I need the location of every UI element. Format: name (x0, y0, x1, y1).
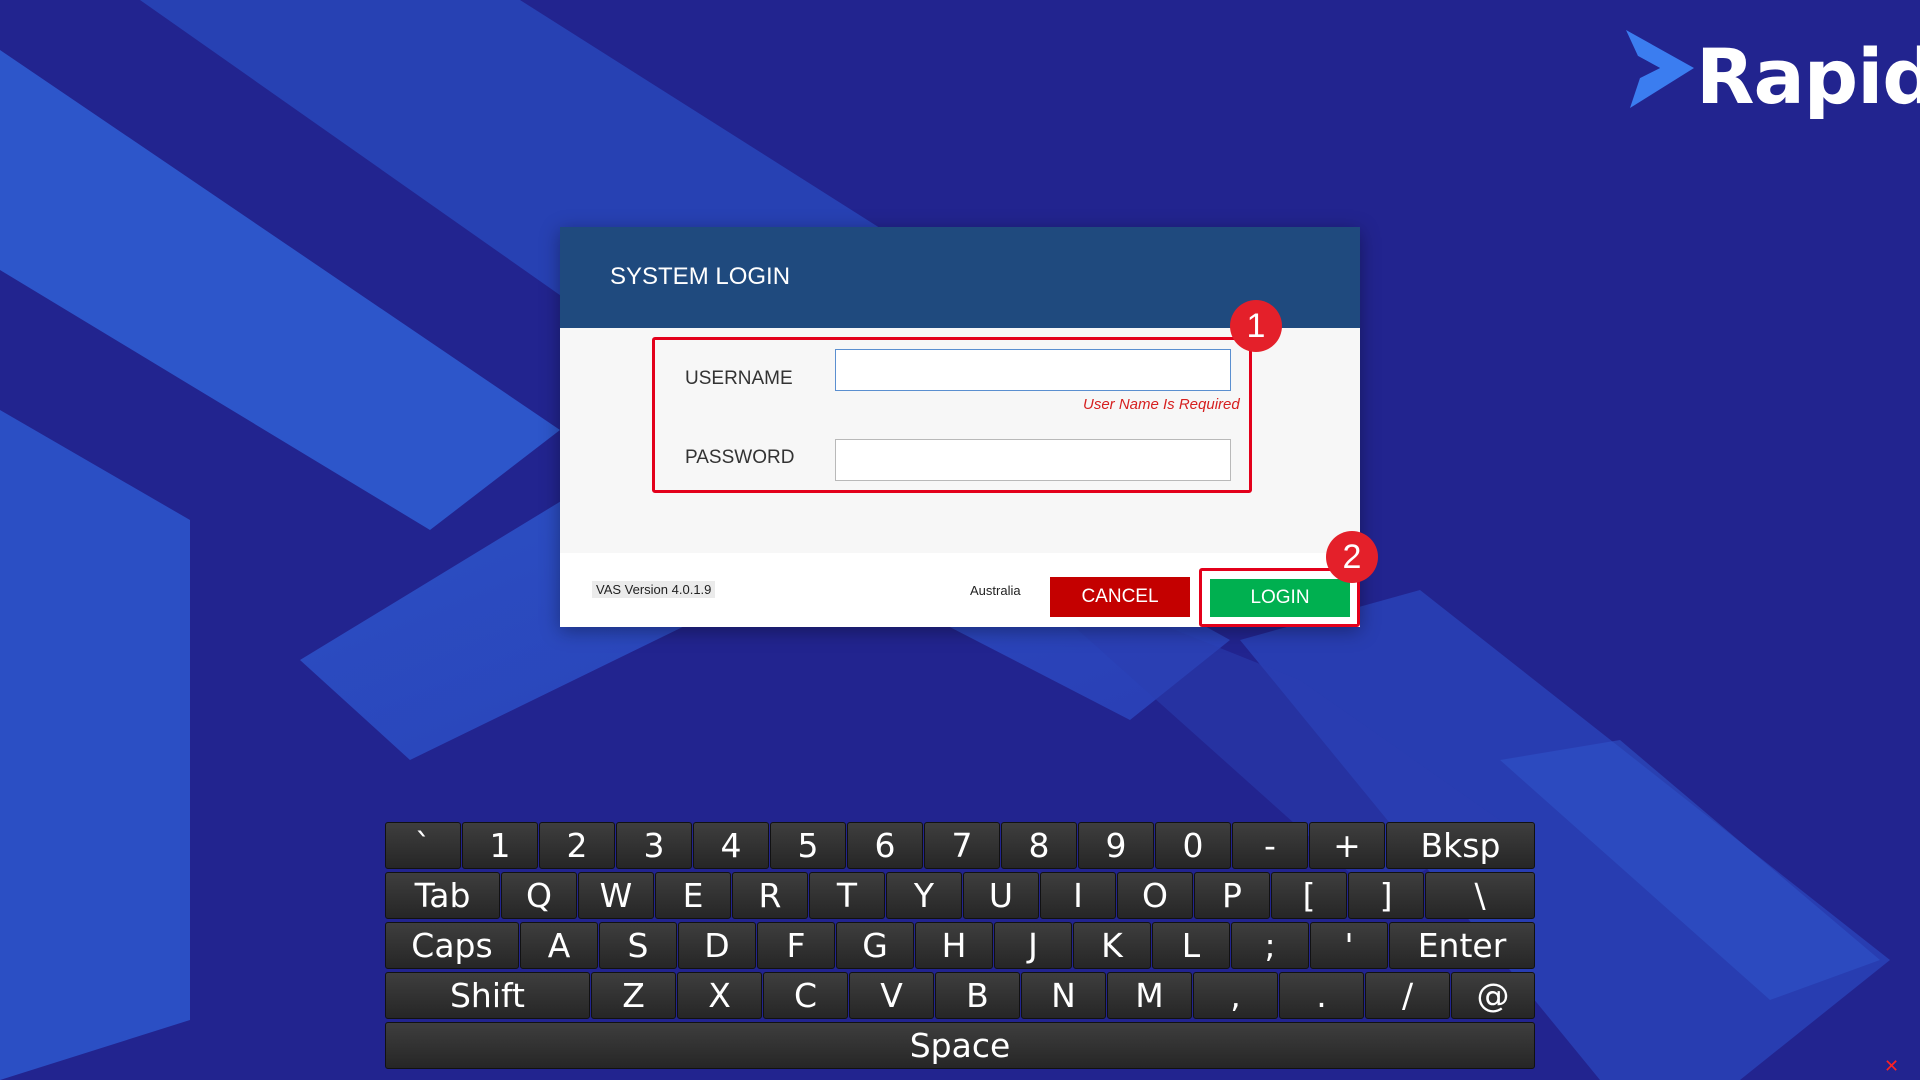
key-caps[interactable]: Caps (385, 922, 519, 969)
key-tab[interactable]: Tab (385, 872, 500, 919)
keyboard-row-4: Shift Z X C V B N M , . / @ (385, 972, 1535, 1022)
key-i[interactable]: I (1040, 872, 1116, 919)
keyboard-row-2: Tab Q W E R T Y U I O P [ ] \ (385, 872, 1535, 922)
login-button[interactable]: LOGIN (1210, 579, 1350, 617)
key-o[interactable]: O (1117, 872, 1193, 919)
key-6[interactable]: 6 (847, 822, 923, 869)
key-enter[interactable]: Enter (1389, 922, 1535, 969)
key-plus[interactable]: + (1309, 822, 1385, 869)
password-input[interactable] (835, 439, 1231, 481)
key-d[interactable]: D (678, 922, 756, 969)
key-u[interactable]: U (963, 872, 1039, 919)
key-0[interactable]: 0 (1155, 822, 1231, 869)
rapid-logo-text: Rapid (1696, 32, 1920, 121)
key-s[interactable]: S (599, 922, 677, 969)
key-left-bracket[interactable]: [ (1271, 872, 1347, 919)
key-9[interactable]: 9 (1078, 822, 1154, 869)
key-w[interactable]: W (578, 872, 654, 919)
key-k[interactable]: K (1073, 922, 1151, 969)
username-error-text: User Name Is Required (1083, 396, 1240, 413)
on-screen-keyboard: ` 1 2 3 4 5 6 7 8 9 0 - + Bksp Tab Q W E… (385, 822, 1535, 1072)
keyboard-row-3: Caps A S D F G H J K L ; ' Enter (385, 922, 1535, 972)
key-comma[interactable]: , (1193, 972, 1278, 1019)
key-backtick[interactable]: ` (385, 822, 461, 869)
username-label: USERNAME (685, 368, 793, 389)
key-right-bracket[interactable]: ] (1348, 872, 1424, 919)
key-v[interactable]: V (849, 972, 934, 1019)
key-period[interactable]: . (1279, 972, 1364, 1019)
key-e[interactable]: E (655, 872, 731, 919)
key-g[interactable]: G (836, 922, 914, 969)
annotation-badge-1: 1 (1230, 300, 1282, 352)
close-icon[interactable]: ✕ (1884, 1057, 1900, 1075)
key-l[interactable]: L (1152, 922, 1230, 969)
system-login-dialog: SYSTEM LOGIN 1 USERNAME User Name Is Req… (560, 227, 1378, 627)
key-r[interactable]: R (732, 872, 808, 919)
key-slash[interactable]: / (1365, 972, 1450, 1019)
key-b[interactable]: B (935, 972, 1020, 1019)
key-7[interactable]: 7 (924, 822, 1000, 869)
key-t[interactable]: T (809, 872, 885, 919)
key-p[interactable]: P (1194, 872, 1270, 919)
password-label: PASSWORD (685, 447, 795, 468)
key-m[interactable]: M (1107, 972, 1192, 1019)
key-q[interactable]: Q (501, 872, 577, 919)
key-x[interactable]: X (677, 972, 762, 1019)
key-f[interactable]: F (757, 922, 835, 969)
key-1[interactable]: 1 (462, 822, 538, 869)
key-c[interactable]: C (763, 972, 848, 1019)
key-shift[interactable]: Shift (385, 972, 590, 1019)
key-8[interactable]: 8 (1001, 822, 1077, 869)
key-a[interactable]: A (520, 922, 598, 969)
key-backspace[interactable]: Bksp (1386, 822, 1535, 869)
keyboard-row-1: ` 1 2 3 4 5 6 7 8 9 0 - + Bksp (385, 822, 1535, 872)
key-at[interactable]: @ (1451, 972, 1535, 1019)
dialog-footer: VAS Version 4.0.1.9 Australia CANCEL LOG… (560, 531, 1378, 627)
region-label: Australia (970, 583, 1021, 598)
rapid-logo-icon (1626, 30, 1694, 108)
username-input[interactable] (835, 349, 1231, 391)
dialog-body: 1 USERNAME User Name Is Required PASSWOR… (560, 300, 1360, 553)
rapid-logo: Rapid (1620, 28, 1920, 121)
key-backslash[interactable]: \ (1425, 872, 1535, 919)
key-j[interactable]: J (994, 922, 1072, 969)
key-2[interactable]: 2 (539, 822, 615, 869)
cancel-button[interactable]: CANCEL (1050, 577, 1190, 617)
dialog-title: SYSTEM LOGIN (610, 263, 791, 290)
key-4[interactable]: 4 (693, 822, 769, 869)
key-n[interactable]: N (1021, 972, 1106, 1019)
keyboard-row-5: Space (385, 1022, 1535, 1072)
version-label: VAS Version 4.0.1.9 (592, 581, 716, 598)
annotation-badge-2: 2 (1326, 531, 1378, 583)
key-y[interactable]: Y (886, 872, 962, 919)
key-z[interactable]: Z (591, 972, 676, 1019)
key-minus[interactable]: - (1232, 822, 1308, 869)
key-semicolon[interactable]: ; (1231, 922, 1309, 969)
key-space[interactable]: Space (385, 1022, 1535, 1069)
key-h[interactable]: H (915, 922, 993, 969)
key-apostrophe[interactable]: ' (1310, 922, 1388, 969)
key-5[interactable]: 5 (770, 822, 846, 869)
key-3[interactable]: 3 (616, 822, 692, 869)
